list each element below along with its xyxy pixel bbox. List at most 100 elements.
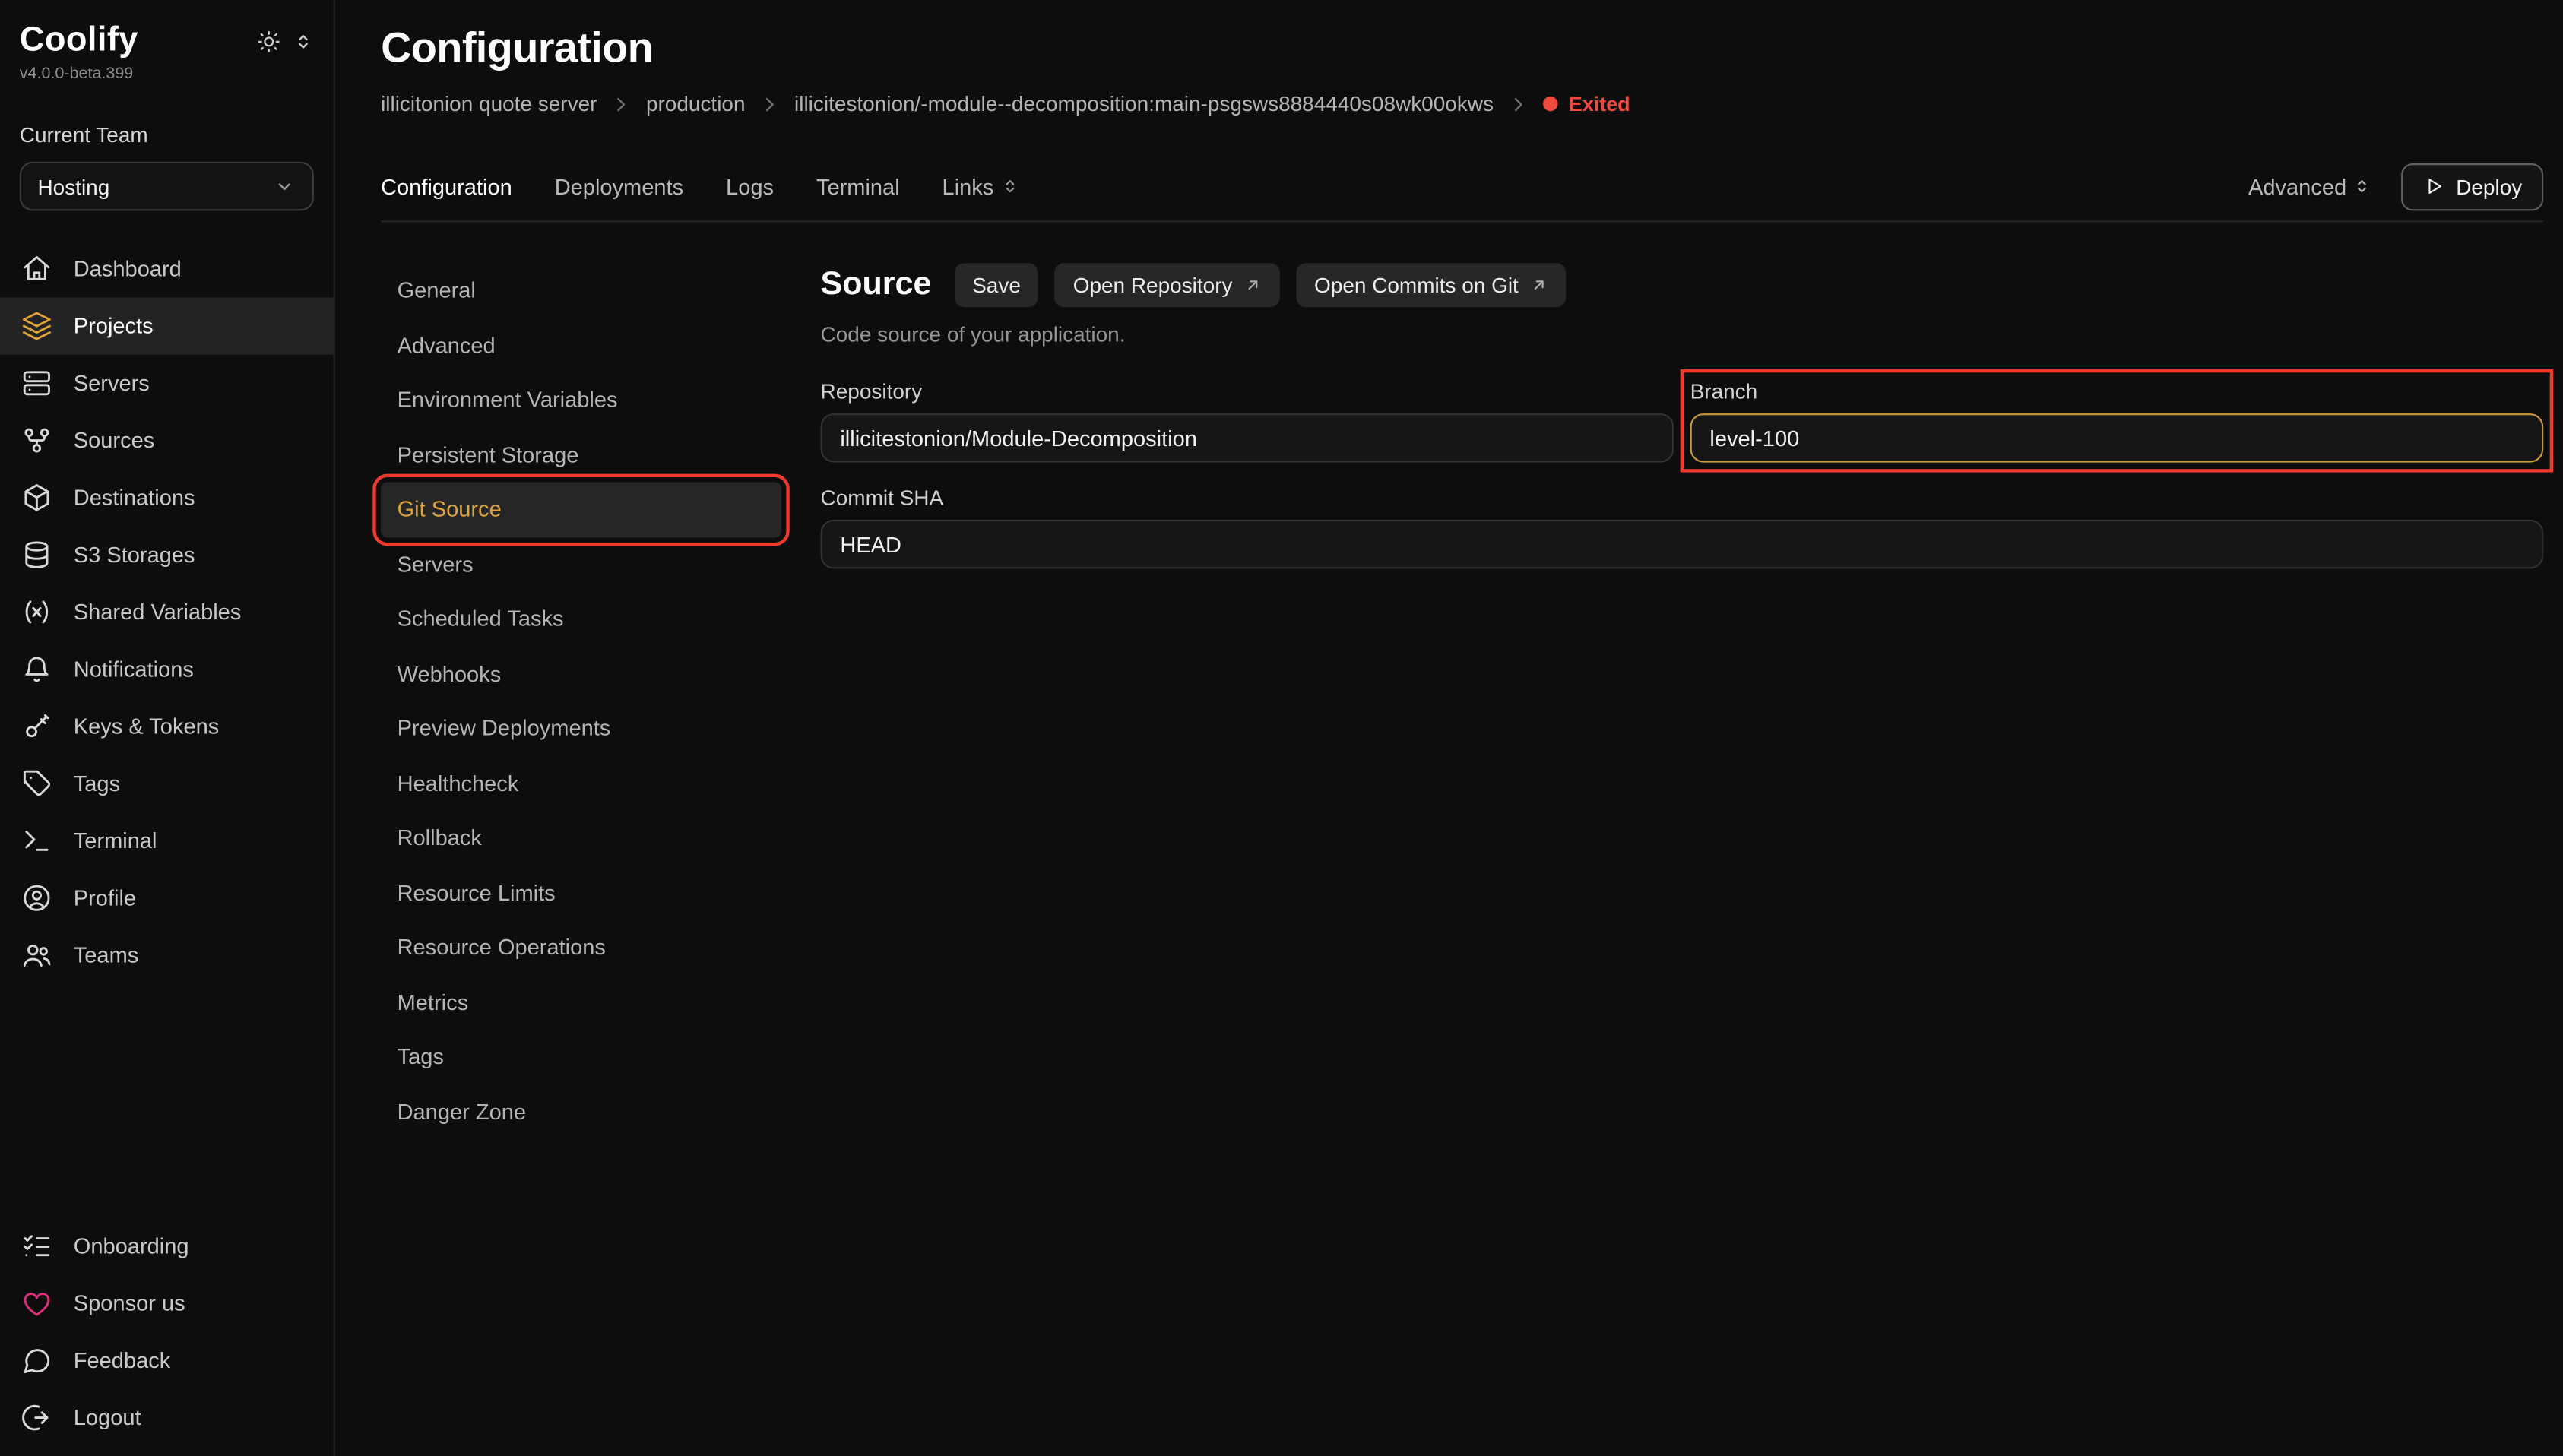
sidebar-item-sources[interactable]: Sources xyxy=(0,412,334,469)
box-icon xyxy=(21,482,52,513)
subnav-item-environment-variables[interactable]: Environment Variables xyxy=(381,372,781,427)
theme-toggle-sun-icon[interactable] xyxy=(257,29,281,53)
deploy-button[interactable]: Deploy xyxy=(2400,163,2543,210)
team-select-value: Hosting xyxy=(37,174,109,198)
sidebar-item-destinations[interactable]: Destinations xyxy=(0,469,334,526)
chevron-right-icon xyxy=(610,93,633,116)
tab-terminal[interactable]: Terminal xyxy=(816,174,900,198)
subnav-item-resource-operations[interactable]: Resource Operations xyxy=(381,920,781,975)
user-circle-icon xyxy=(21,882,52,913)
sidebar-nav: Dashboard Projects Servers Sources Desti… xyxy=(20,240,314,983)
heart-icon xyxy=(21,1288,52,1319)
sidebar-item-notifications[interactable]: Notifications xyxy=(0,641,334,698)
settings-subnav: General Advanced Environment Variables P… xyxy=(381,263,781,1139)
tab-links[interactable]: Links xyxy=(943,174,1020,198)
list-checks-icon xyxy=(21,1230,52,1261)
logout-icon xyxy=(21,1402,52,1433)
subnav-item-general[interactable]: General xyxy=(381,263,781,318)
status-badge: Exited xyxy=(1543,93,1630,116)
breadcrumb-project[interactable]: illicitonion quote server xyxy=(381,91,597,116)
sidebar-item-feedback[interactable]: Feedback xyxy=(0,1332,334,1389)
subnav-item-preview-deployments[interactable]: Preview Deployments xyxy=(381,701,781,756)
git-icon xyxy=(21,425,52,456)
advanced-toggle[interactable]: Advanced xyxy=(2248,174,2371,198)
commit-sha-label: Commit SHA xyxy=(821,486,2544,510)
sidebar-item-terminal[interactable]: Terminal xyxy=(0,812,334,869)
variable-icon xyxy=(21,597,52,628)
server-icon xyxy=(21,368,52,399)
sidebar-item-shared-variables[interactable]: Shared Variables xyxy=(0,584,334,641)
sidebar-item-dashboard[interactable]: Dashboard xyxy=(0,240,334,297)
coolify-app: Coolify v4.0.0-beta.399 Current Team Hos… xyxy=(0,0,2563,1456)
sidebar-item-sponsor-us[interactable]: Sponsor us xyxy=(0,1274,334,1331)
app-title: Coolify xyxy=(20,21,138,61)
subnav-item-persistent-storage[interactable]: Persistent Storage xyxy=(381,427,781,482)
repository-label: Repository xyxy=(821,379,1674,404)
breadcrumb-environment[interactable]: production xyxy=(646,91,746,116)
sidebar-item-profile[interactable]: Profile xyxy=(0,869,334,926)
database-icon xyxy=(21,540,52,571)
external-link-icon xyxy=(1530,276,1548,294)
users-icon xyxy=(21,940,52,971)
sidebar-item-projects[interactable]: Projects xyxy=(0,297,334,354)
repository-input[interactable] xyxy=(821,413,1674,463)
current-team-label: Current Team xyxy=(20,122,314,147)
tag-icon xyxy=(21,768,52,799)
terminal-icon xyxy=(21,825,52,856)
home-icon xyxy=(21,253,52,284)
sidebar-item-keys-tokens[interactable]: Keys & Tokens xyxy=(0,698,334,755)
subnav-item-metrics[interactable]: Metrics xyxy=(381,975,781,1030)
sidebar-footer: Onboarding Sponsor us Feedback Logout xyxy=(20,1217,314,1446)
tab-logs[interactable]: Logs xyxy=(726,174,774,198)
branch-input[interactable] xyxy=(1690,413,2544,463)
chevron-right-icon xyxy=(759,93,781,116)
brand: Coolify xyxy=(20,21,314,61)
sidebar-item-logout[interactable]: Logout xyxy=(0,1389,334,1446)
tab-deployments[interactable]: Deployments xyxy=(555,174,683,198)
subnav-item-servers[interactable]: Servers xyxy=(381,537,781,591)
open-commits-button[interactable]: Open Commits on Git xyxy=(1296,263,1566,307)
subnav-item-webhooks[interactable]: Webhooks xyxy=(381,647,781,701)
source-description: Code source of your application. xyxy=(821,322,2544,347)
open-repository-button[interactable]: Open Repository xyxy=(1055,263,1280,307)
subnav-item-resource-limits[interactable]: Resource Limits xyxy=(381,866,781,920)
breadcrumb: illicitonion quote server production ill… xyxy=(381,91,2543,116)
subnav-item-tags[interactable]: Tags xyxy=(381,1030,781,1084)
sidebar-item-teams[interactable]: Teams xyxy=(0,926,334,983)
subnav-item-advanced[interactable]: Advanced xyxy=(381,318,781,372)
main-content: Configuration illicitonion quote server … xyxy=(337,0,2563,1456)
tab-configuration[interactable]: Configuration xyxy=(381,174,512,198)
subnav-item-rollback[interactable]: Rollback xyxy=(381,811,781,866)
team-select[interactable]: Hosting xyxy=(20,162,314,211)
breadcrumb-application[interactable]: illicitestonion/-module--decomposition:m… xyxy=(794,91,1494,116)
sidebar-item-tags[interactable]: Tags xyxy=(0,755,334,812)
subnav-item-git-source[interactable]: Git Source xyxy=(381,482,781,537)
branch-label: Branch xyxy=(1690,379,2544,404)
source-panel: Source Save Open Repository Open Commits… xyxy=(821,263,2544,1139)
subnav-item-healthcheck[interactable]: Healthcheck xyxy=(381,756,781,811)
sidebar-item-onboarding[interactable]: Onboarding xyxy=(0,1217,334,1274)
page-title: Configuration xyxy=(381,23,2543,74)
status-label: Exited xyxy=(1569,93,1630,116)
message-icon xyxy=(21,1345,52,1376)
bell-icon xyxy=(21,654,52,685)
chevrons-up-down-icon[interactable] xyxy=(293,30,314,52)
sidebar-item-s3-storages[interactable]: S3 Storages xyxy=(0,526,334,583)
sidebar-item-servers[interactable]: Servers xyxy=(0,355,334,412)
sidebar: Coolify v4.0.0-beta.399 Current Team Hos… xyxy=(0,0,335,1456)
chevron-down-icon xyxy=(273,175,296,198)
subnav-item-danger-zone[interactable]: Danger Zone xyxy=(381,1084,781,1139)
chevrons-up-down-icon xyxy=(1000,176,1020,196)
subnav-item-scheduled-tasks[interactable]: Scheduled Tasks xyxy=(381,591,781,646)
commit-sha-field: Commit SHA xyxy=(821,486,2544,569)
save-button[interactable]: Save xyxy=(954,263,1038,307)
external-link-icon xyxy=(1244,276,1262,294)
chevrons-up-down-icon xyxy=(2352,176,2371,196)
repository-field: Repository xyxy=(821,379,1674,463)
source-title: Source xyxy=(821,267,932,304)
commit-sha-input[interactable] xyxy=(821,520,2544,569)
key-icon xyxy=(21,711,52,742)
play-icon xyxy=(2422,175,2444,198)
status-dot xyxy=(1543,97,1557,111)
app-version: v4.0.0-beta.399 xyxy=(20,65,314,84)
